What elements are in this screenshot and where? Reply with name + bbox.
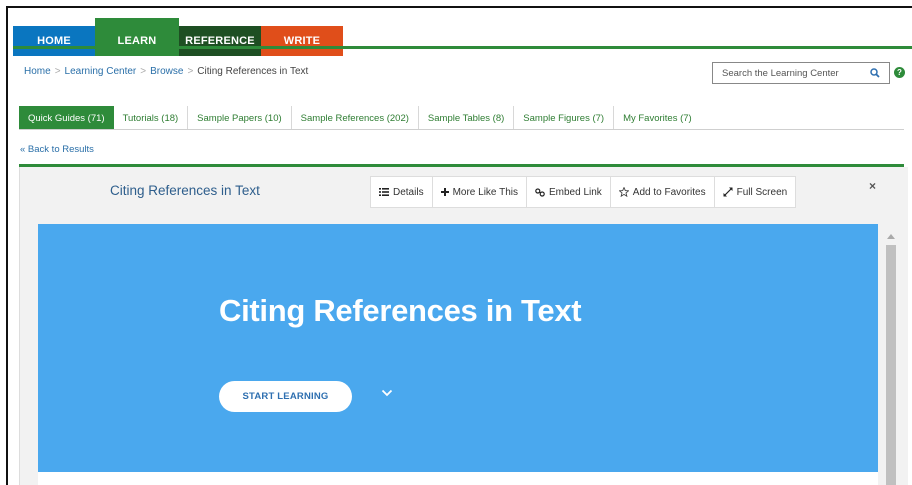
expand-icon xyxy=(723,187,733,197)
tab-sample-tables[interactable]: Sample Tables (8) xyxy=(419,106,515,130)
list-icon xyxy=(379,188,389,196)
hero-title: Citing References in Text xyxy=(219,293,582,328)
chevron-down-icon[interactable] xyxy=(381,389,393,397)
start-learning-button[interactable]: START LEARNING xyxy=(219,381,352,412)
details-label: Details xyxy=(393,186,424,198)
full-screen-button[interactable]: Full Screen xyxy=(715,177,796,207)
nav-tab-write[interactable]: WRITE xyxy=(261,26,343,56)
full-screen-label: Full Screen xyxy=(736,186,788,198)
back-to-results-link[interactable]: « Back to Results xyxy=(20,144,94,155)
search-box xyxy=(712,62,890,84)
more-like-this-button[interactable]: More Like This xyxy=(433,177,527,207)
more-like-this-label: More Like This xyxy=(452,186,518,198)
guide-content-area xyxy=(38,472,878,485)
tab-tutorials[interactable]: Tutorials (18) xyxy=(114,106,189,130)
subtab-divider xyxy=(19,129,904,130)
plus-icon xyxy=(440,188,449,196)
tab-my-favorites[interactable]: My Favorites (7) xyxy=(614,106,701,130)
star-icon xyxy=(618,187,629,197)
close-icon[interactable]: × xyxy=(869,179,876,193)
nav-divider xyxy=(13,46,912,49)
browser-frame: HOME LEARN REFERENCE WRITE Home > Learni… xyxy=(6,6,912,485)
breadcrumb-home[interactable]: Home xyxy=(24,66,51,77)
nav-tab-reference[interactable]: REFERENCE xyxy=(179,26,261,56)
breadcrumb-separator: > xyxy=(140,66,147,77)
breadcrumb-separator: > xyxy=(187,66,194,77)
help-icon[interactable]: ? xyxy=(894,67,905,78)
top-nav: HOME LEARN REFERENCE WRITE xyxy=(13,16,343,56)
search-input[interactable] xyxy=(713,67,861,79)
sub-tabs: Quick Guides (71) Tutorials (18) Sample … xyxy=(19,106,701,130)
tab-sample-papers[interactable]: Sample Papers (10) xyxy=(188,106,292,130)
breadcrumb: Home > Learning Center > Browse > Citing… xyxy=(24,66,308,77)
embed-link-label: Embed Link xyxy=(548,186,602,198)
scrollbar[interactable] xyxy=(885,229,897,485)
panel-toolbar: Details More Like This Embed Link Add to… xyxy=(370,176,797,208)
guide-panel: Citing References in Text Details More L… xyxy=(19,167,908,485)
nav-tab-learn[interactable]: LEARN xyxy=(95,18,179,56)
search-button[interactable] xyxy=(861,63,889,83)
tab-sample-references[interactable]: Sample References (202) xyxy=(292,106,419,130)
nav-tab-home[interactable]: HOME xyxy=(13,26,95,56)
breadcrumb-learning-center[interactable]: Learning Center xyxy=(65,66,137,77)
panel-title: Citing References in Text xyxy=(110,183,260,198)
scroll-up-arrow-icon[interactable] xyxy=(887,234,895,239)
scrollbar-thumb[interactable] xyxy=(886,245,896,485)
add-to-favorites-label: Add to Favorites xyxy=(632,186,706,198)
breadcrumb-current: Citing References in Text xyxy=(197,66,309,77)
breadcrumb-separator: > xyxy=(54,66,61,77)
add-to-favorites-button[interactable]: Add to Favorites xyxy=(611,177,715,207)
search-icon xyxy=(870,68,880,78)
tab-sample-figures[interactable]: Sample Figures (7) xyxy=(514,106,615,130)
details-button[interactable]: Details xyxy=(371,177,433,207)
link-icon xyxy=(535,187,545,197)
hero-banner: Citing References in Text START LEARNING xyxy=(38,224,878,472)
breadcrumb-browse[interactable]: Browse xyxy=(150,66,183,77)
embed-link-button[interactable]: Embed Link xyxy=(527,177,611,207)
tab-quick-guides[interactable]: Quick Guides (71) xyxy=(19,106,114,130)
